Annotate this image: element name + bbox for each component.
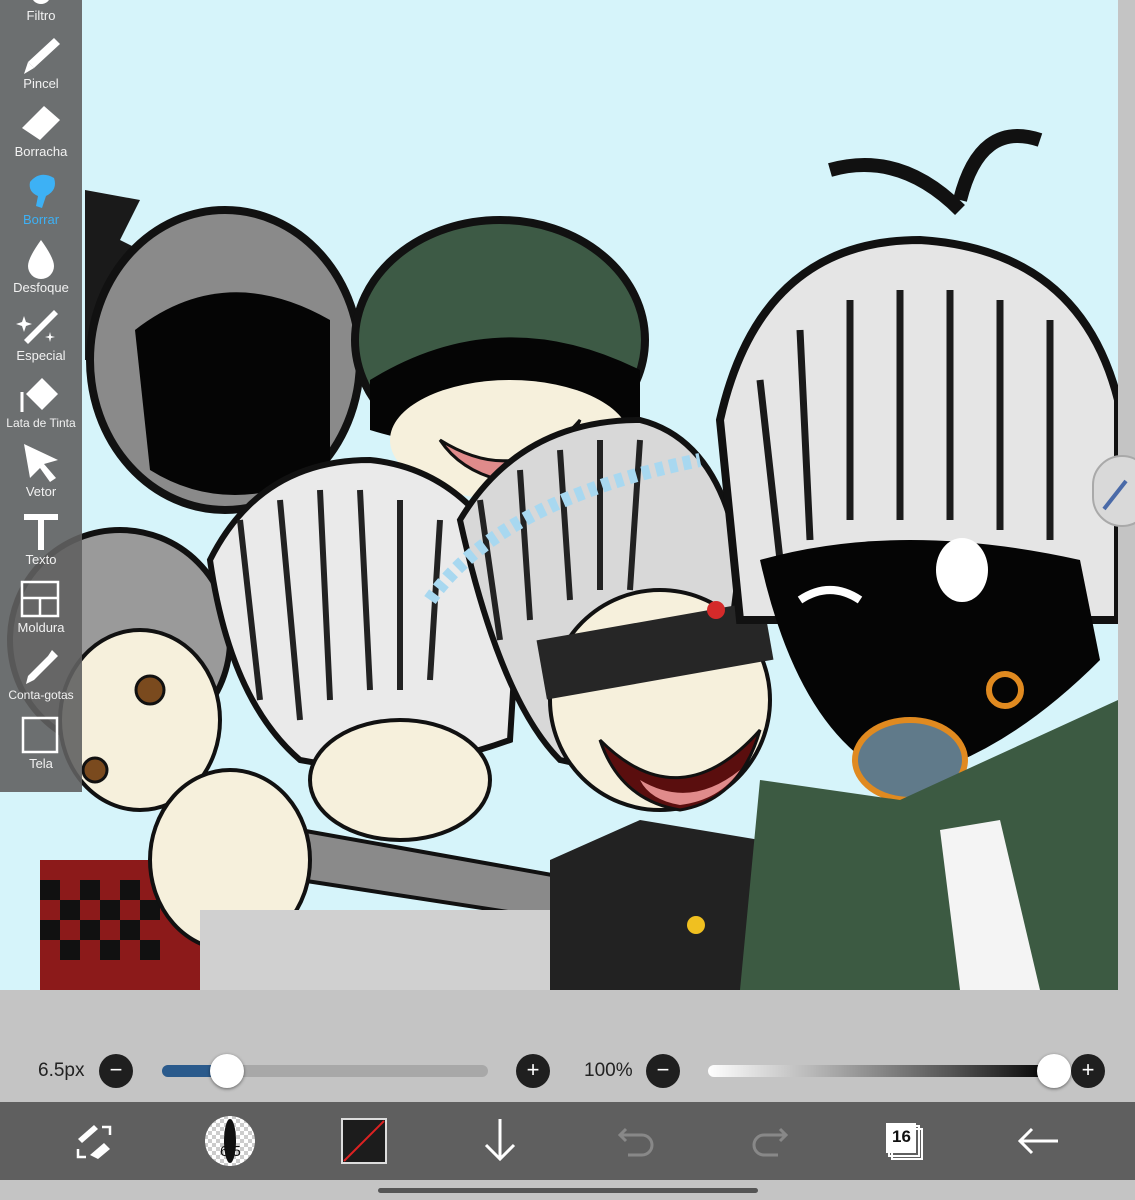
drawing-canvas[interactable]	[0, 0, 1118, 990]
tool-special-label: Especial	[16, 348, 66, 363]
tool-panel: Filtro Pincel Borracha Borrar Desfoque E…	[0, 0, 82, 792]
tool-eraser[interactable]: Borracha	[0, 100, 82, 168]
magic-wand-icon	[16, 310, 58, 344]
tool-blur-label: Desfoque	[13, 280, 69, 295]
filter-icon	[33, 0, 49, 4]
tool-text[interactable]: Texto	[0, 508, 82, 576]
tool-smudge[interactable]: Borrar	[0, 168, 82, 236]
color-picker-button[interactable]	[340, 1115, 400, 1167]
tool-frame-label: Moldura	[17, 620, 65, 635]
tool-fill[interactable]: Lata de Tinta	[0, 372, 82, 440]
brush-size-badge: 6.5	[220, 1143, 241, 1160]
tool-canvas[interactable]: Tela	[0, 712, 82, 780]
color-swatch-icon	[341, 1118, 387, 1164]
blur-drop-icon	[28, 240, 54, 279]
tool-brush[interactable]: Pincel	[0, 32, 82, 100]
tool-blur[interactable]: Desfoque	[0, 236, 82, 304]
layers-button[interactable]: 16	[876, 1115, 936, 1167]
pen-icon	[1102, 479, 1128, 511]
eyedropper-icon	[26, 650, 58, 684]
opacity-slider[interactable]	[708, 1065, 1054, 1077]
redo-button[interactable]	[740, 1115, 800, 1167]
opacity-increase-button[interactable]: +	[1071, 1054, 1105, 1088]
home-indicator	[378, 1188, 758, 1193]
canvas-icon	[21, 716, 59, 754]
opacity-decrease-button[interactable]: −	[646, 1054, 680, 1088]
frame-icon	[20, 580, 60, 618]
tool-brush-label: Pincel	[23, 76, 59, 91]
brush-size-slider-thumb[interactable]	[210, 1054, 245, 1088]
undo-button[interactable]	[606, 1115, 666, 1167]
slider-bar	[0, 990, 1135, 1102]
tool-eyedropper[interactable]: Conta-gotas	[0, 644, 82, 712]
tool-eraser-label: Borracha	[14, 144, 68, 159]
back-button[interactable]	[1010, 1115, 1070, 1167]
brush-size-decrease-button[interactable]: −	[99, 1054, 133, 1088]
bottom-toolbar	[0, 1102, 1135, 1180]
arrow-down-icon	[484, 1119, 516, 1162]
brush-size-increase-button[interactable]: +	[516, 1054, 550, 1088]
smudge-icon	[29, 174, 55, 208]
tool-eyedropper-label: Conta-gotas	[8, 688, 74, 702]
redo-icon	[752, 1127, 789, 1157]
arrow-left-icon	[1017, 1127, 1058, 1155]
text-t-icon	[24, 514, 58, 550]
opacity-value: 100%	[584, 1060, 633, 1081]
opacity-slider-thumb[interactable]	[1037, 1054, 1071, 1088]
swap-brush-eraser-icon	[76, 1125, 112, 1159]
swap-tool-button[interactable]	[64, 1115, 124, 1167]
undo-icon	[617, 1127, 654, 1157]
tool-filter[interactable]: Filtro	[0, 0, 82, 32]
tool-filter-label: Filtro	[26, 8, 56, 23]
tool-vector-label: Vetor	[25, 484, 57, 499]
download-button[interactable]	[472, 1115, 532, 1167]
brush-icon	[24, 38, 60, 74]
eraser-icon	[22, 106, 60, 140]
tool-special[interactable]: Especial	[0, 304, 82, 372]
side-panel-handle[interactable]	[1092, 455, 1135, 527]
tool-vector[interactable]: Vetor	[0, 440, 82, 508]
paint-bucket-icon	[20, 378, 58, 412]
brush-preview-button[interactable]: 6.5	[200, 1115, 260, 1167]
tool-frame[interactable]: Moldura	[0, 576, 82, 644]
tool-smudge-label: Borrar	[22, 212, 60, 227]
layers-count: 16	[892, 1127, 911, 1146]
tool-fill-label: Lata de Tinta	[6, 416, 76, 430]
tool-text-label: Texto	[25, 552, 57, 567]
tool-canvas-label: Tela	[29, 756, 53, 771]
arrow-cursor-icon	[24, 444, 58, 482]
brush-size-value: 6.5px	[38, 1060, 85, 1081]
artwork	[0, 0, 1118, 990]
